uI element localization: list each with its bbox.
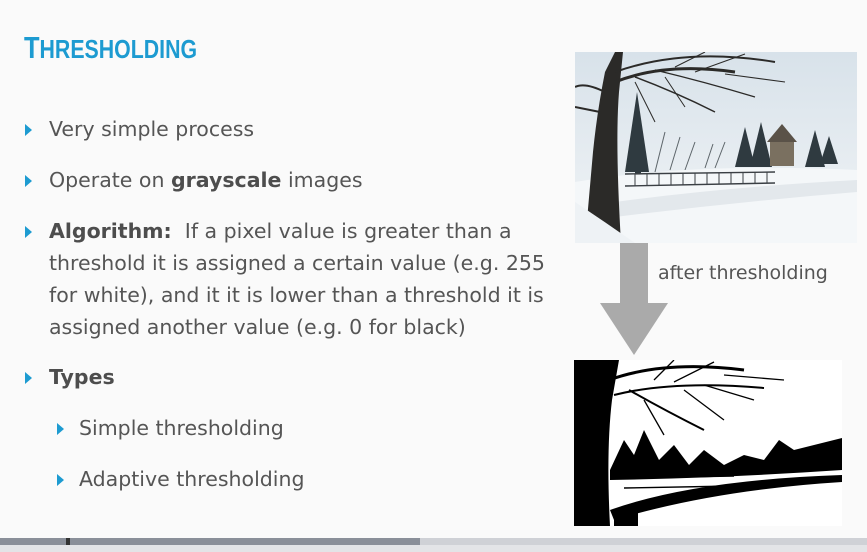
bullet-types: Types (49, 365, 115, 389)
slide: THRESHOLDING Very simple process Operate… (0, 0, 867, 540)
bullet-grayscale: Operate on grayscale images (49, 164, 363, 196)
bullet-bold: Algorithm: (49, 219, 172, 243)
bullet-text: Operate on (49, 168, 171, 192)
sub-bullet-arrow-icon (57, 423, 64, 435)
sub-bullet-adaptive: Adaptive thresholding (79, 467, 305, 491)
bullet-text: images (281, 168, 363, 192)
bullet-simple-process: Very simple process (49, 117, 255, 141)
slide-title: THRESHOLDING (24, 30, 198, 65)
down-arrow-icon (600, 243, 668, 355)
bullet-arrow-icon (25, 124, 32, 136)
progress-fill (0, 538, 420, 545)
bullet-text: assigned another value (e.g. 0 for black… (49, 315, 466, 339)
bullet-text: for white), and it it is lower than a th… (49, 283, 544, 307)
bullet-text: threshold it is assigned a certain value… (49, 251, 545, 275)
progress-track[interactable] (0, 545, 867, 552)
bullet-arrow-icon (25, 175, 32, 187)
video-progress-bar[interactable] (0, 538, 867, 552)
arrow-caption: after thresholding (658, 262, 828, 284)
bullet-bold: grayscale (170, 168, 282, 192)
bullet-arrow-icon (25, 226, 32, 238)
thresholded-photo (574, 360, 842, 526)
sub-bullet-simple: Simple thresholding (79, 416, 284, 440)
bullet-arrow-icon (25, 372, 32, 384)
original-photo (575, 52, 857, 243)
bullet-text: If a pixel value is greater than a (171, 219, 512, 243)
bullet-algorithm: Algorithm: If a pixel value is greater t… (49, 215, 569, 343)
sub-bullet-arrow-icon (57, 474, 64, 486)
